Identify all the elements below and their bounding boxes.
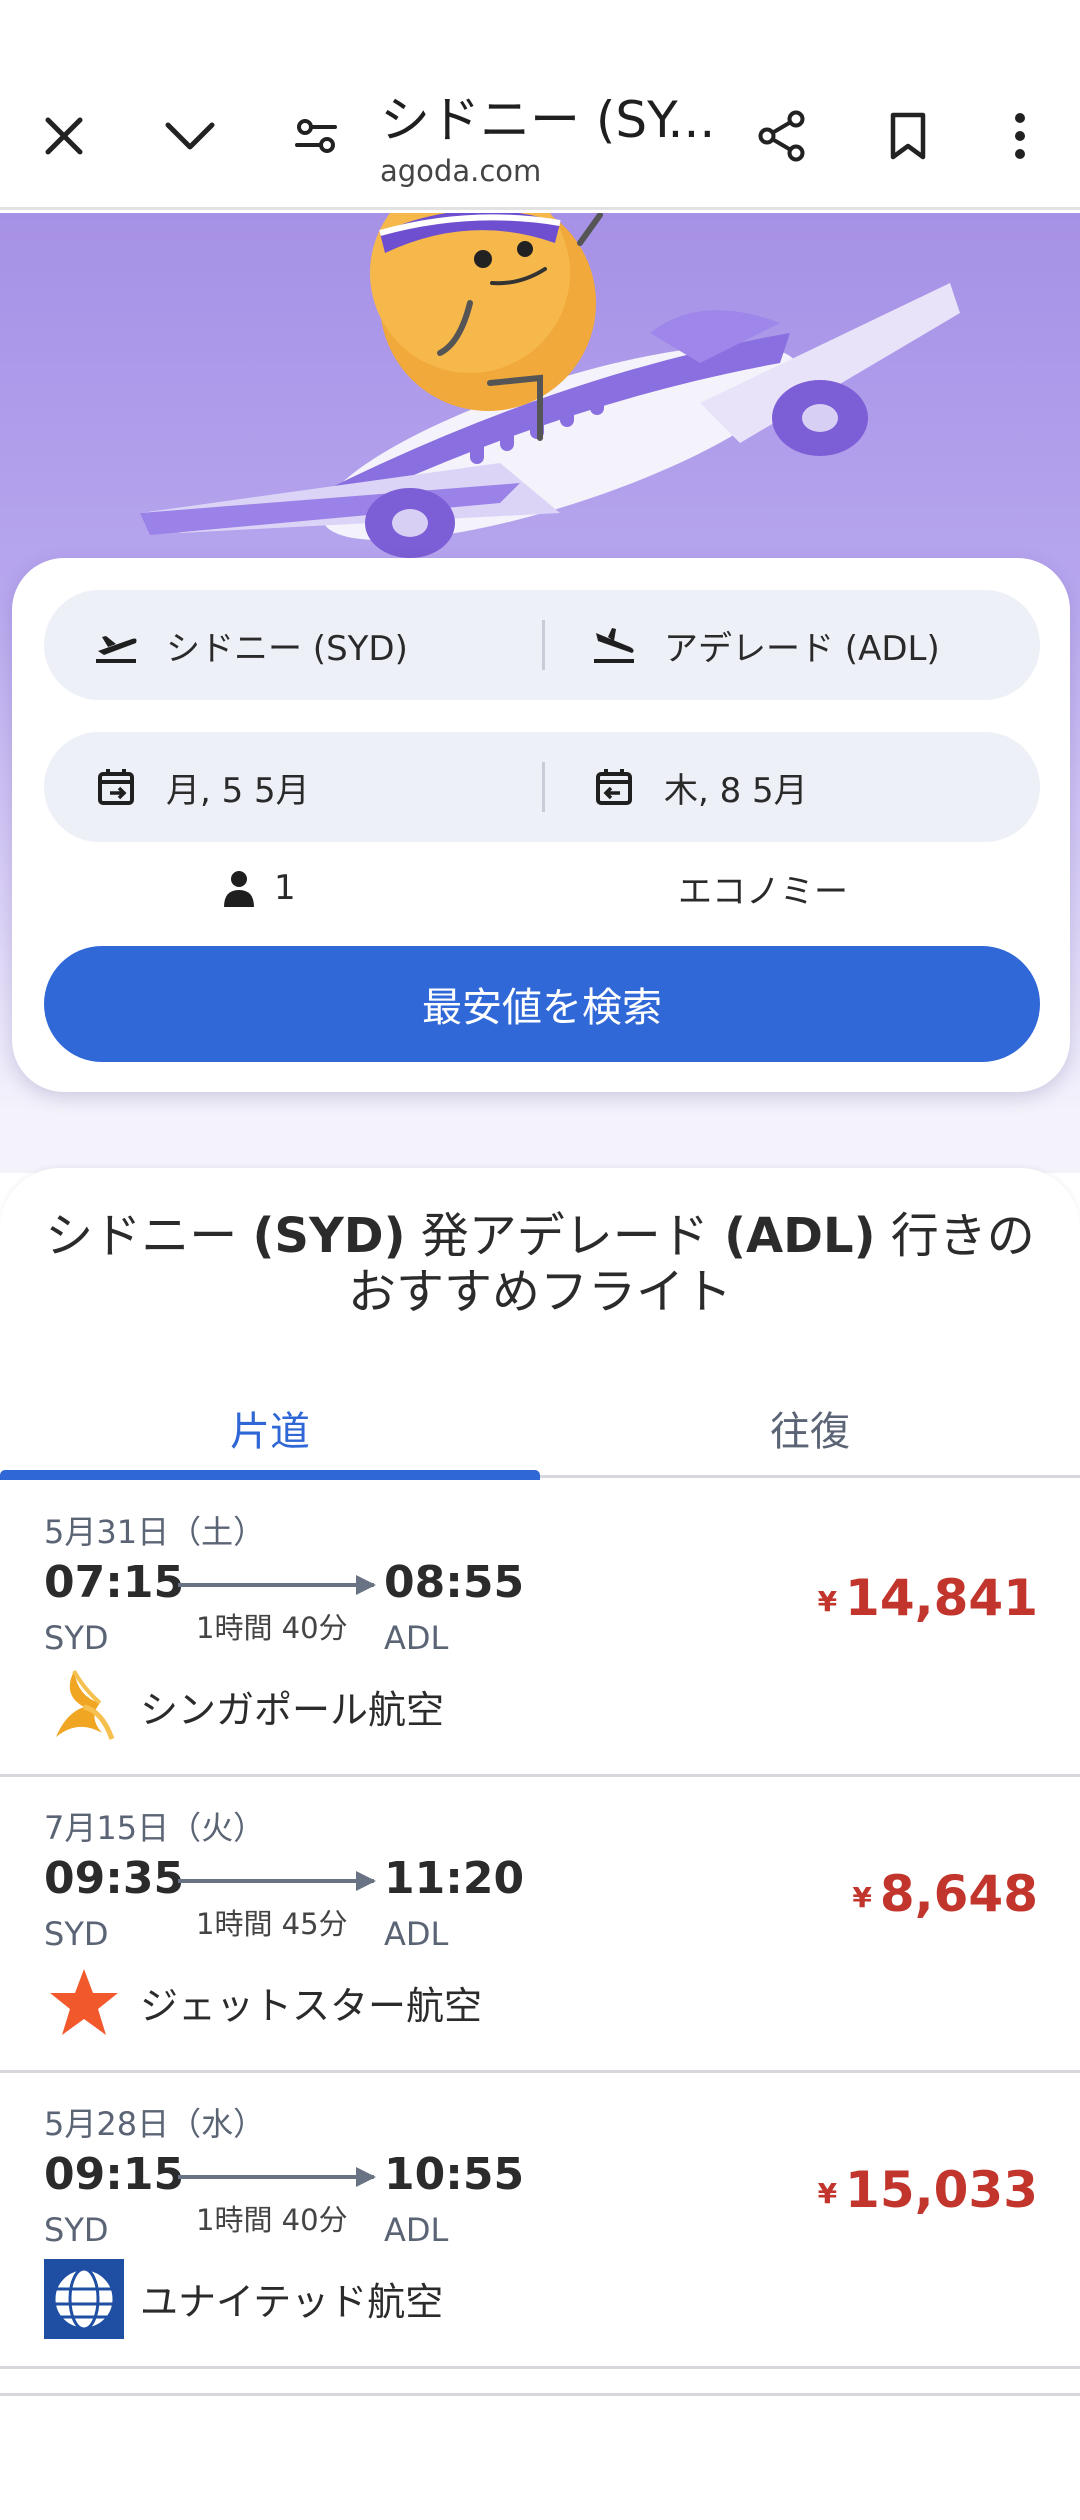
arrow-icon — [356, 2167, 376, 2187]
divider — [542, 620, 545, 670]
landing-icon — [590, 621, 638, 669]
arrival-time: 08:55 — [384, 1557, 525, 1608]
arrival-code: ADL — [384, 2211, 449, 2249]
browser-toolbar: シドニー (SY... agoda.com — [0, 0, 1080, 210]
flight-duration: 1時間 40分 — [196, 1611, 348, 1645]
airline-name: シンガポール航空 — [140, 1688, 445, 1732]
arrival-time: 11:20 — [384, 1853, 525, 1904]
departure-time: 07:15 — [44, 1557, 185, 1608]
flight-date: 5月31日（土） — [44, 1513, 266, 1551]
departure-code: SYD — [44, 1915, 109, 1953]
tab-one-way[interactable]: 片道 — [0, 1378, 540, 1478]
tab-round-trip[interactable]: 往復 — [540, 1378, 1080, 1478]
takeoff-icon — [92, 621, 140, 669]
departure-time: 09:35 — [44, 1853, 185, 1904]
recommended-flights-section: シドニー (SYD) 発アデレード (ADL) 行きのおすすめフライト 片道 往… — [0, 1168, 1080, 2520]
depart-date-field[interactable]: 月, 5 5月 — [92, 732, 310, 842]
page-domain: agoda.com — [380, 154, 542, 188]
arrival-code: ADL — [384, 1619, 449, 1657]
airline-name: ユナイテッド航空 — [140, 2280, 444, 2324]
departure-code: SYD — [44, 1619, 109, 1657]
calendar-depart-icon — [92, 763, 140, 811]
depart-date-label: 月, 5 5月 — [166, 770, 310, 811]
date-selector: 月, 5 5月 木, 8 5月 — [44, 732, 1040, 842]
flight-search-card: シドニー (SYD) アデレード (ADL) 月, 5 5月 木, 8 5月 1 — [12, 558, 1070, 1092]
flight-card[interactable]: 5月31日（土） 07:15 1時間 40分 08:55 SYD ADL シンガ… — [0, 1481, 1080, 1777]
destination-label: アデレード (ADL) — [664, 628, 940, 669]
chevron-down-icon[interactable] — [154, 100, 226, 172]
share-icon[interactable] — [746, 100, 818, 172]
route-line — [178, 2175, 374, 2179]
origin-field[interactable]: シドニー (SYD) — [92, 590, 408, 700]
person-icon — [224, 871, 254, 907]
united-airlines-logo — [44, 2259, 124, 2339]
cabin-class-selector[interactable]: エコノミー — [678, 858, 848, 918]
active-tab-indicator — [0, 1470, 540, 1480]
arrival-time: 10:55 — [384, 2149, 525, 2200]
page-title[interactable]: シドニー (SY... — [380, 80, 715, 152]
flight-card[interactable]: 7月15日（火） 09:35 1時間 45分 11:20 SYD ADL ジェッ… — [0, 1777, 1080, 2073]
section-title: シドニー (SYD) 発アデレード (ADL) 行きのおすすめフライト — [45, 1208, 1035, 1320]
list-divider — [0, 2393, 1080, 2396]
flight-duration: 1時間 40分 — [196, 2203, 348, 2237]
destination-field[interactable]: アデレード (ADL) — [590, 590, 940, 700]
airline-name: ジェットスター航空 — [140, 1984, 483, 2028]
flight-price: ¥8,648 — [852, 1865, 1038, 1923]
hero-fade — [0, 1113, 1080, 1173]
flight-price: ¥14,841 — [817, 1569, 1038, 1627]
jetstar-logo — [50, 1969, 118, 2035]
more-vert-icon[interactable] — [984, 100, 1056, 172]
return-date-label: 木, 8 5月 — [664, 770, 808, 811]
arrow-icon — [356, 1575, 376, 1595]
singapore-airlines-logo — [56, 1670, 115, 1740]
route-line — [178, 1879, 374, 1883]
flight-duration: 1時間 45分 — [196, 1907, 348, 1941]
flight-date: 7月15日（火） — [44, 1809, 266, 1847]
arrow-icon — [356, 1871, 376, 1891]
page-settings-icon[interactable] — [280, 100, 352, 172]
cabin-class-label: エコノミー — [678, 871, 848, 912]
origin-label: シドニー (SYD) — [166, 628, 408, 669]
bookmark-icon[interactable] — [872, 100, 944, 172]
route-selector: シドニー (SYD) アデレード (ADL) — [44, 590, 1040, 700]
passenger-selector[interactable]: 1 — [222, 858, 296, 918]
arrival-code: ADL — [384, 1915, 449, 1953]
route-line — [178, 1583, 374, 1587]
close-icon[interactable] — [28, 100, 100, 172]
departure-time: 09:15 — [44, 2149, 185, 2200]
divider — [542, 762, 545, 812]
return-date-field[interactable]: 木, 8 5月 — [590, 732, 808, 842]
search-cheapest-button[interactable]: 最安値を検索 — [44, 946, 1040, 1062]
departure-code: SYD — [44, 2211, 109, 2249]
passenger-count: 1 — [274, 868, 296, 908]
flight-card[interactable]: 5月28日（水） 09:15 1時間 40分 10:55 SYD ADL ユナイ… — [0, 2073, 1080, 2369]
flight-price: ¥15,033 — [817, 2161, 1038, 2219]
calendar-return-icon — [590, 763, 638, 811]
flight-date: 5月28日（水） — [44, 2105, 266, 2143]
trip-type-tabs: 片道 往復 — [0, 1378, 1080, 1480]
